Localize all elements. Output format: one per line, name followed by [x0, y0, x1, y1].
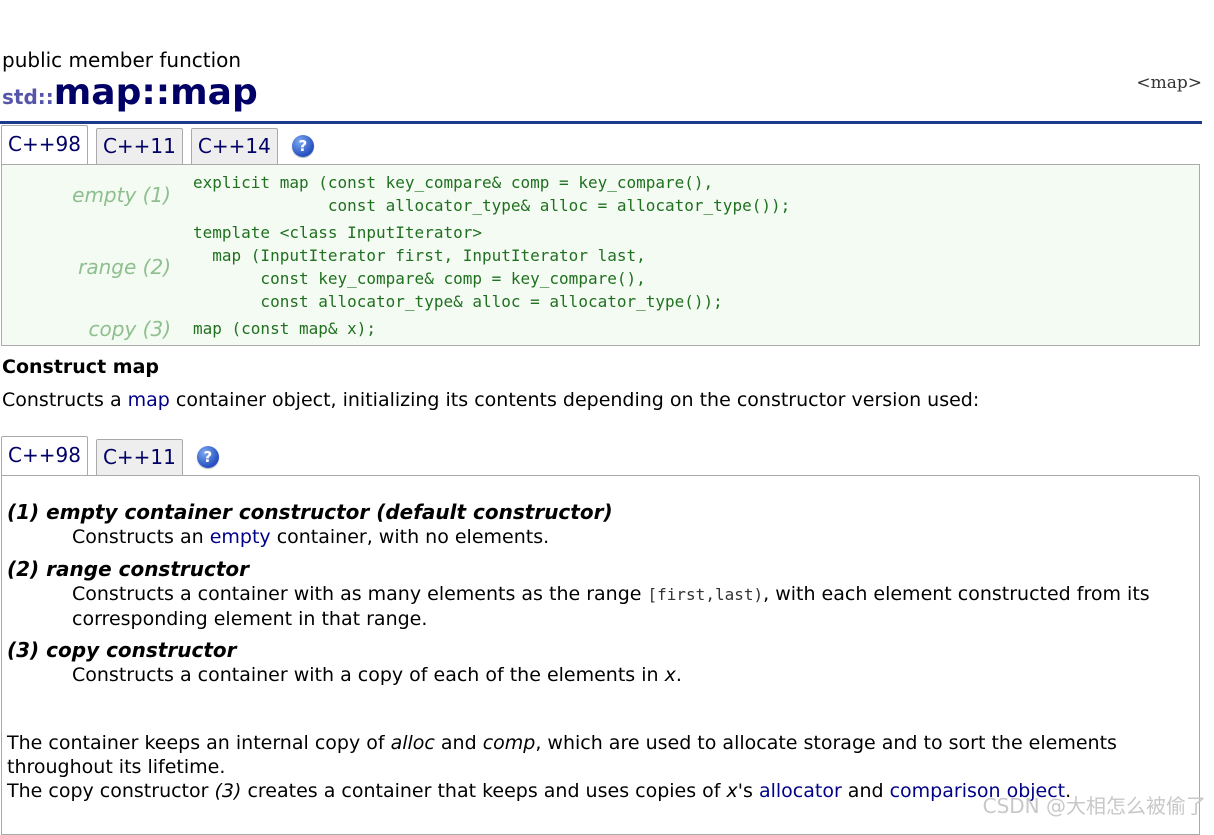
text-part: creates a container that keeps and uses … — [241, 780, 727, 802]
page-title: std::map::map — [2, 72, 258, 113]
var-alloc: alloc — [390, 732, 435, 754]
function-name: map::map — [53, 72, 258, 113]
description-title: (1) empty container constructor (default… — [7, 500, 613, 524]
header-reference-link[interactable]: <map> — [1136, 73, 1202, 93]
map-link[interactable]: map — [128, 389, 170, 411]
text-part: Constructs a container with a copy of ea… — [72, 664, 665, 686]
prototype-range: range (2) template <class InputIterator>… — [2, 217, 1199, 315]
description-title: (2) range constructor — [7, 557, 250, 581]
empty-link[interactable]: empty — [210, 526, 271, 548]
version-ref: (3) — [214, 780, 242, 802]
prototype-code: template <class InputIterator> map (Inpu… — [193, 223, 723, 311]
member-type-label: public member function — [2, 48, 242, 72]
text-part: 's — [737, 780, 759, 802]
prototypes-box: empty (1) explicit map (const key_compar… — [1, 164, 1200, 346]
help-icon[interactable]: ? — [196, 446, 219, 468]
description-text: Constructs a container with a copy of ea… — [72, 663, 682, 687]
tab-cpp14[interactable]: C++14 — [190, 128, 278, 164]
tab-cpp98[interactable]: C++98 — [1, 436, 88, 475]
text-part: Constructs a container with as many elem… — [72, 583, 648, 605]
description-text: Constructs a container with as many elem… — [72, 582, 1197, 631]
watermark: CSDN @大相怎么被偷了 — [982, 794, 1206, 818]
prototype-code: map (const map& x); — [193, 319, 377, 338]
text-part: Constructs an — [72, 526, 210, 548]
description-box: (1) empty container constructor (default… — [1, 475, 1200, 835]
description-text: Constructs an empty container, with no e… — [72, 525, 549, 549]
tab-cpp11[interactable]: C++11 — [95, 128, 183, 164]
text-part: and — [841, 780, 890, 802]
description-title: (3) copy constructor — [7, 638, 237, 662]
intro-text-part: Constructs a — [2, 389, 128, 411]
var-x: x — [664, 664, 676, 686]
intro-text: Constructs a map container object, initi… — [2, 389, 979, 411]
prototype-copy: copy (3) map (const map& x); — [2, 314, 1199, 345]
intro-text-part: container object, initializing its conte… — [169, 389, 980, 411]
tab-cpp98[interactable]: C++98 — [1, 125, 88, 164]
prototype-label: copy (3) — [88, 317, 171, 341]
prototype-label: empty (1) — [72, 183, 171, 207]
prototype-label: range (2) — [78, 255, 171, 279]
description-version-tabs: C++98 C++11 ? — [1, 436, 219, 475]
prototype-empty: empty (1) explicit map (const key_compar… — [2, 165, 1199, 218]
text-part: and — [434, 732, 483, 754]
var-comp: comp — [482, 732, 536, 754]
help-icon[interactable]: ? — [291, 135, 314, 157]
prototype-version-tabs: C++98 C++11 C++14 ? — [1, 125, 314, 164]
allocator-link[interactable]: allocator — [759, 780, 842, 802]
range-code: [first,last) — [647, 585, 764, 604]
prototype-code: explicit map (const key_compare& comp = … — [193, 173, 791, 215]
namespace-prefix: std:: — [2, 85, 54, 109]
tab-cpp11[interactable]: C++11 — [95, 439, 183, 475]
text-part: container, with no elements. — [270, 526, 550, 548]
section-title: Construct map — [2, 356, 159, 378]
paragraph-internal-copy: The container keeps an internal copy of … — [7, 731, 1187, 779]
text-part: The copy constructor — [7, 780, 215, 802]
text-part: The container keeps an internal copy of — [7, 732, 391, 754]
title-divider — [0, 121, 1202, 124]
var-x: x — [726, 780, 738, 802]
text-part: . — [675, 664, 682, 686]
paragraph-copy-constructor: The copy constructor (3) creates a conta… — [7, 779, 1071, 803]
